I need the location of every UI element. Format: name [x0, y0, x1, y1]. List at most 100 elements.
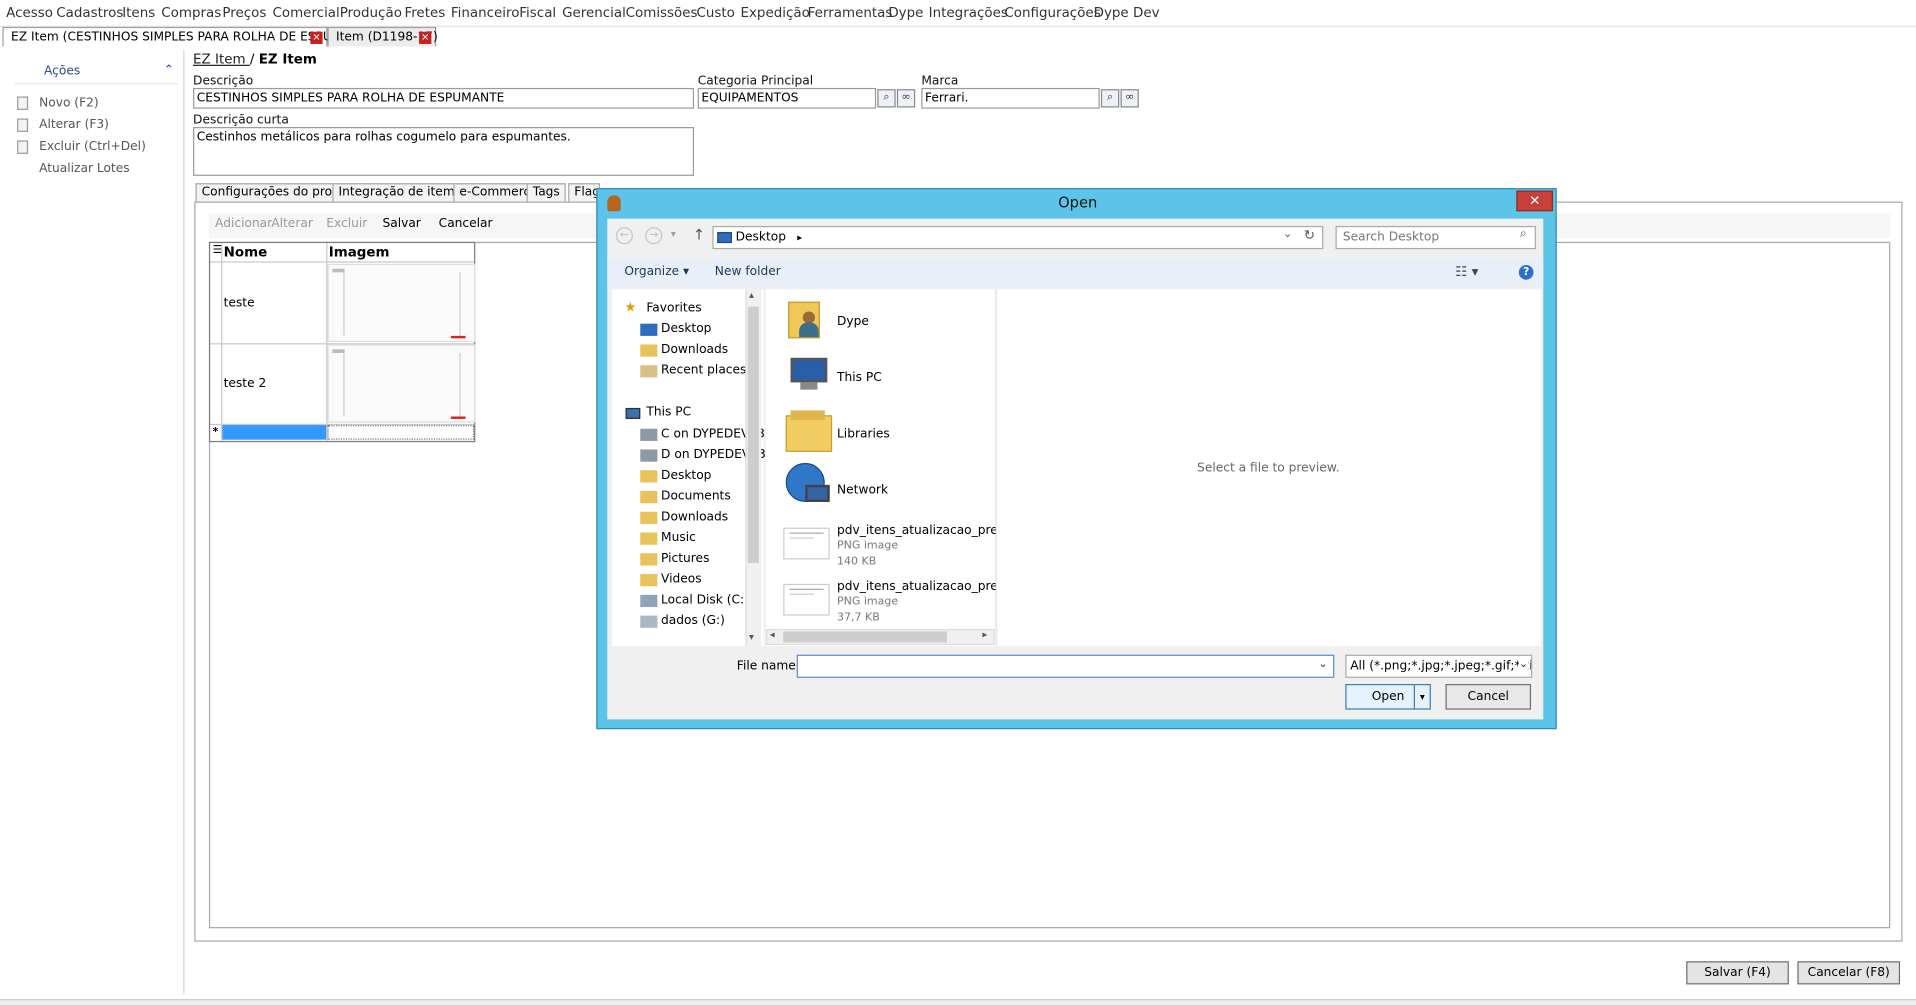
refresh-icon[interactable]: ↻ [1304, 227, 1315, 243]
tab-tags[interactable]: Tags [526, 183, 566, 202]
up-arrow-icon[interactable]: ↑ [693, 226, 705, 243]
excluir-button[interactable]: Excluir [326, 217, 367, 230]
menu-expedicao[interactable]: Expedição [740, 5, 809, 21]
cancel-button[interactable]: Cancel [1445, 683, 1532, 710]
menu-financeiro[interactable]: Financeiro [451, 5, 520, 21]
menu-integracoes[interactable]: Integrações [929, 5, 1008, 21]
menu-custo[interactable]: Custo [696, 5, 734, 21]
file-name-input[interactable] [796, 654, 1335, 678]
menu-producao[interactable]: Produção [340, 5, 402, 21]
salvar-f4-button[interactable]: Salvar (F4) [1686, 961, 1789, 985]
menu-dype-dev[interactable]: Dype Dev [1094, 5, 1160, 21]
salvar-button[interactable]: Salvar [382, 217, 420, 230]
nav-recent-places[interactable]: Recent places [661, 364, 746, 377]
doc-tab-item-d1198[interactable]: Item (D1198-17) ✕ [327, 26, 438, 47]
nav-dados-g[interactable]: dados (G:) [661, 614, 725, 627]
nav-pc-desktop[interactable]: Desktop [661, 469, 711, 482]
close-icon[interactable]: ✕ [1516, 190, 1554, 212]
menu-configuracoes[interactable]: Configurações [1004, 5, 1100, 21]
menu-fiscal[interactable]: Fiscal [519, 5, 556, 21]
column-header-nome[interactable]: Nome [224, 244, 268, 260]
nav-local-disk-c[interactable]: Local Disk (C:) [661, 594, 749, 607]
menu-precos[interactable]: Preços [222, 5, 266, 21]
nav-documents[interactable]: Documents [661, 490, 731, 503]
adicionar-button[interactable]: Adicionar [215, 217, 272, 230]
descricao-curta-field[interactable]: Cestinhos metálicos para rolhas cogumelo… [193, 127, 695, 176]
view-options-icon[interactable]: ☷ ▾ [1455, 264, 1478, 280]
menu-dype[interactable]: Dype [888, 5, 923, 21]
new-row-imagem-cell[interactable] [327, 425, 475, 440]
menu-cadastros[interactable]: Cadastros [56, 5, 123, 21]
close-icon[interactable]: ✕ [419, 31, 432, 44]
binoculars-icon[interactable]: ∞ [896, 89, 916, 108]
grid-cell-nome[interactable]: teste 2 [224, 377, 267, 390]
chevron-down-icon[interactable]: ▾ [671, 228, 676, 239]
breadcrumb-link[interactable]: EZ Item [193, 51, 250, 67]
nav-music[interactable]: Music [661, 531, 696, 544]
menu-gerencial[interactable]: Gerencial [562, 5, 626, 21]
nav-favorites[interactable]: Favorites [646, 302, 701, 315]
cancelar-button[interactable]: Cancelar [439, 217, 493, 230]
search-icon[interactable]: ⌕ [1520, 227, 1527, 240]
search-icon[interactable]: ⌕ [1100, 89, 1120, 108]
file-item-network[interactable]: Network [837, 484, 888, 497]
open-button[interactable]: Open ▾ [1345, 683, 1431, 710]
categoria-field[interactable]: EQUIPAMENTOS [697, 87, 877, 109]
tab-flags[interactable]: Flags [568, 183, 600, 202]
menu-comercial[interactable]: Comercial [272, 5, 339, 21]
image-thumbnail[interactable] [327, 263, 476, 342]
forward-icon[interactable]: → [645, 227, 663, 245]
column-header-imagem[interactable]: Imagem [329, 244, 390, 260]
search-icon[interactable]: ⌕ [877, 89, 896, 108]
scroll-up-icon[interactable]: ▴ [749, 289, 754, 300]
alterar-button[interactable]: Alterar [271, 217, 313, 230]
chevron-down-icon[interactable]: ⌄ [1283, 228, 1292, 240]
nav-pc-downloads[interactable]: Downloads [661, 511, 728, 524]
collapse-icon[interactable]: ⌃ [164, 64, 174, 77]
nav-desktop[interactable]: Desktop [661, 322, 711, 335]
file-item-this-pc[interactable]: This PC [837, 371, 882, 384]
nav-downloads[interactable]: Downloads [661, 343, 728, 356]
chevron-down-icon[interactable]: ▾ [1413, 685, 1430, 709]
marca-field[interactable]: Ferrari. [921, 87, 1100, 109]
search-input[interactable]: Search Desktop [1335, 225, 1536, 250]
close-icon[interactable]: ✕ [310, 31, 323, 44]
back-icon[interactable]: ← [615, 227, 633, 245]
action-novo[interactable]: Novo (F2) [39, 96, 99, 109]
scrollbar-thumb[interactable] [783, 631, 947, 643]
doc-tab-ez-item[interactable]: EZ Item (CESTINHOS SIMPLES PARA ROLHA DE… [2, 26, 380, 47]
menu-acesso[interactable]: Acesso [6, 5, 53, 21]
chevron-down-icon[interactable]: ⌄ [1518, 658, 1529, 671]
file-type: PNG image [837, 539, 899, 553]
new-folder-button[interactable]: New folder [715, 265, 781, 278]
scroll-right-icon[interactable]: ▸ [982, 629, 987, 640]
grid-cell-nome[interactable]: teste [224, 297, 255, 310]
nav-this-pc[interactable]: This PC [646, 406, 691, 419]
new-row-nome-cell[interactable] [222, 425, 327, 440]
binoculars-icon[interactable]: ∞ [1120, 89, 1139, 108]
scroll-down-icon[interactable]: ▾ [749, 631, 754, 642]
menu-compras[interactable]: Compras [161, 5, 221, 21]
address-bar[interactable]: Desktop ▸ [712, 225, 1324, 250]
descricao-field[interactable]: CESTINHOS SIMPLES PARA ROLHA DE ESPUMANT… [193, 87, 695, 109]
nav-pictures[interactable]: Pictures [661, 552, 709, 565]
menu-ferramentas[interactable]: Ferramentas [808, 5, 893, 21]
chevron-right-icon[interactable]: ▸ [797, 232, 802, 243]
nav-videos[interactable]: Videos [661, 573, 702, 586]
action-atualizar-lotes[interactable]: Atualizar Lotes [39, 162, 130, 175]
cancelar-f8-button[interactable]: Cancelar (F8) [1797, 961, 1901, 985]
menu-itens[interactable]: Itens [122, 5, 155, 21]
file-item-libraries[interactable]: Libraries [837, 427, 890, 440]
scroll-left-icon[interactable]: ◂ [770, 629, 775, 640]
file-item-dype[interactable]: Dype [837, 315, 869, 328]
menu-comissoes[interactable]: Comissões [626, 5, 698, 21]
help-icon[interactable]: ? [1518, 265, 1534, 280]
menu-fretes[interactable]: Fretes [404, 5, 445, 21]
scrollbar-thumb[interactable] [747, 306, 759, 564]
action-alterar[interactable]: Alterar (F3) [39, 118, 109, 131]
image-thumbnail[interactable] [327, 344, 476, 423]
file-type-filter[interactable]: All (*.png;*.jpg;*.jpeg;*.gif;*.tif;* [1345, 654, 1533, 678]
organize-menu[interactable]: Organize ▾ [624, 265, 689, 278]
action-excluir[interactable]: Excluir (Ctrl+Del) [39, 140, 146, 153]
chevron-down-icon[interactable]: ⌄ [1318, 658, 1327, 670]
